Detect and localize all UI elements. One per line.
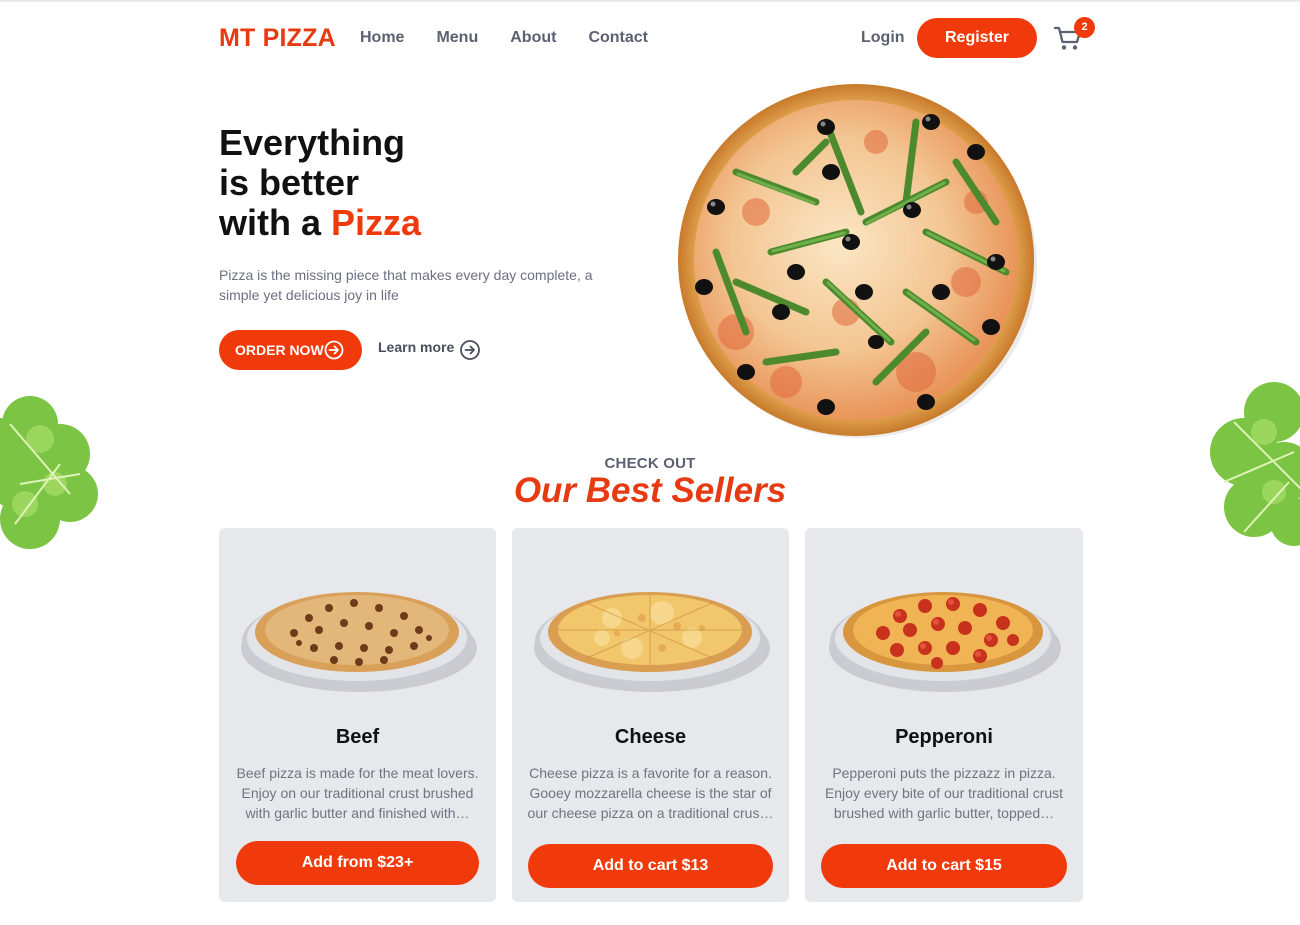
nav-links: Home Menu About Contact	[360, 29, 680, 47]
nav-menu-link[interactable]: Menu	[436, 29, 478, 47]
product-name: Pepperoni	[895, 726, 993, 748]
add-to-cart-button[interactable]: Add to cart $15	[821, 844, 1067, 888]
hero-title-line-3: with a Pizza	[219, 203, 421, 243]
register-button[interactable]: Register	[917, 18, 1037, 58]
product-card-pepperoni[interactable]: Pepperoni Pepperoni puts the pizzazz in …	[805, 528, 1083, 902]
cart-count-badge: 2	[1074, 17, 1095, 38]
product-description: Beef pizza is made for the meat lovers. …	[236, 765, 479, 821]
top-border	[0, 0, 1300, 2]
learn-more-link[interactable]: Learn more	[378, 339, 454, 355]
arrow-right-circle-icon	[324, 340, 344, 360]
pepperoni-pizza-image	[829, 592, 1061, 692]
hero-title-accent: Pizza	[331, 202, 422, 243]
add-to-cart-button[interactable]: Add from $23+	[236, 841, 479, 885]
hero-pizza-image	[678, 84, 1037, 438]
order-now-label: ORDER NOW	[235, 342, 324, 358]
hero-title-line-1: Everything	[219, 122, 406, 163]
add-to-cart-button[interactable]: Add to cart $13	[528, 844, 773, 888]
nav-home-link[interactable]: Home	[360, 29, 404, 47]
product-name: Beef	[335, 726, 380, 748]
product-description: Pepperoni puts the pizzazz in pizza. Enj…	[824, 765, 1064, 821]
hero-title-line-2: is better	[219, 162, 360, 203]
cheese-pizza-image	[534, 592, 770, 692]
section-kicker: CHECK OUT	[604, 455, 696, 472]
hero-description: Pizza is the missing piece that makes ev…	[219, 267, 593, 303]
login-link[interactable]: Login	[861, 29, 905, 47]
hero-title-prefix: with a	[219, 202, 332, 243]
product-card-cheese[interactable]: Cheese Cheese pizza is a favorite for a …	[512, 528, 789, 902]
navbar: MT PIZZA Home Menu About Contact Login R…	[219, 17, 1099, 59]
section-title: Our Best Sellers	[513, 471, 787, 510]
brand-logo[interactable]: MT PIZZA	[219, 24, 336, 53]
nav-contact-link[interactable]: Contact	[588, 29, 648, 47]
order-now-button[interactable]: ORDER NOW	[219, 330, 362, 370]
beef-pizza-image	[241, 592, 477, 692]
product-name: Cheese	[614, 726, 687, 748]
arrow-right-circle-icon[interactable]	[459, 339, 481, 361]
product-card-beef[interactable]: Beef Beef pizza is made for the meat lov…	[219, 528, 496, 902]
product-description: Cheese pizza is a favorite for a reason.…	[527, 765, 774, 821]
hero-title: Everything is better with a Pizza	[219, 123, 421, 243]
nav-about-link[interactable]: About	[510, 29, 556, 47]
